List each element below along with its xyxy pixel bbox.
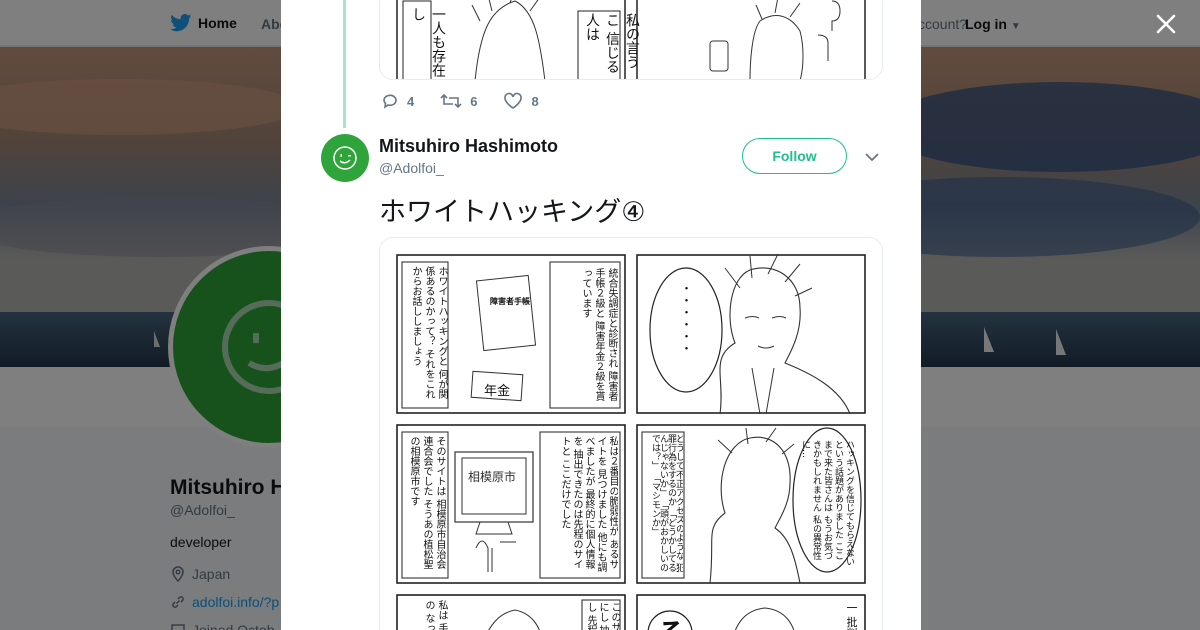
thread-line bbox=[343, 0, 346, 128]
retweet-button[interactable]: 6 bbox=[440, 92, 477, 110]
manga-page-image bbox=[396, 253, 866, 630]
chevron-down-icon bbox=[865, 153, 879, 162]
heart-icon bbox=[504, 92, 523, 109]
panel1-pension: 年金 bbox=[484, 384, 511, 399]
author-name[interactable]: Mitsuhiro Hashimoto bbox=[379, 136, 558, 157]
reply-icon bbox=[383, 94, 397, 109]
reply-count: 4 bbox=[407, 93, 415, 109]
more-options-button[interactable] bbox=[864, 150, 880, 164]
prev-panel-mid-text: 私の言うこ 信じる人は bbox=[584, 13, 640, 74]
panel5-caption: このサ 手にし 抽出し 先程の bbox=[585, 602, 620, 630]
panel5-text: 私は 手法の なった bbox=[423, 600, 447, 630]
panel6-side-text: 一 批判 bbox=[845, 602, 858, 630]
tweet-image[interactable]: ホワイトハッキングと 何が関係あるのかって？ それをこれからお話ししましょう 障… bbox=[379, 237, 883, 630]
previous-tweet-image[interactable]: 一人も存在し 私の言うこ 信じる人は bbox=[379, 0, 883, 80]
reply-button[interactable]: 4 bbox=[381, 92, 414, 110]
panel1-caption: 統合失調症と診断され 障害者手帳２級と 障害年金２級を貰っています bbox=[580, 268, 617, 402]
panel6-sound-letter: そ bbox=[656, 610, 686, 630]
like-count: 8 bbox=[531, 93, 539, 109]
panel1-narration: ホワイトハッキングと 何が関係あるのかって？ それをこれからお話ししましょう bbox=[410, 266, 447, 400]
panel3-screen-text: 相模原市 bbox=[468, 470, 517, 484]
panel3-caption: 私は２番目の脆弱性が あるサイトを 見つけました 他にも調べましたが 最終的に個… bbox=[559, 436, 618, 573]
smiley-icon bbox=[333, 146, 357, 170]
follow-button[interactable]: Follow bbox=[742, 138, 847, 174]
tweet-text: ホワイトハッキング④ bbox=[379, 197, 646, 228]
retweet-count: 6 bbox=[470, 93, 478, 109]
retweet-icon bbox=[440, 93, 462, 109]
panel3-narration: そのサイトは 相模原市自治会連合会でした そうあの植松聖の相模原市です bbox=[408, 436, 445, 570]
panel1-handbook-card: 障害者手帳 bbox=[490, 297, 530, 306]
prev-panel-left-text: 一人も存在し bbox=[410, 7, 446, 77]
like-button[interactable]: 8 bbox=[503, 92, 539, 110]
author-handle[interactable]: @Adolfoi_ bbox=[379, 160, 444, 176]
tweet-modal: 一人も存在し 私の言うこ 信じる人は 4 6 8 Mitsuhiro Hashi… bbox=[281, 0, 921, 630]
panel4-speech-bubble: ハッキングを信じてもらえない という話題がありました ここまで来た皆さんは もう… bbox=[800, 440, 854, 566]
panel4-narration: どうして不正アクセスのような 犯罪行為をするのか 「どうかしてるんじゃないか」 … bbox=[650, 434, 683, 572]
author-avatar[interactable] bbox=[321, 134, 369, 182]
close-modal-button[interactable] bbox=[1152, 10, 1180, 38]
close-icon bbox=[1156, 14, 1176, 34]
previous-tweet-actions: 4 6 8 bbox=[381, 92, 539, 110]
panel2-speech-bubble: ・・・・・・ bbox=[679, 282, 693, 354]
